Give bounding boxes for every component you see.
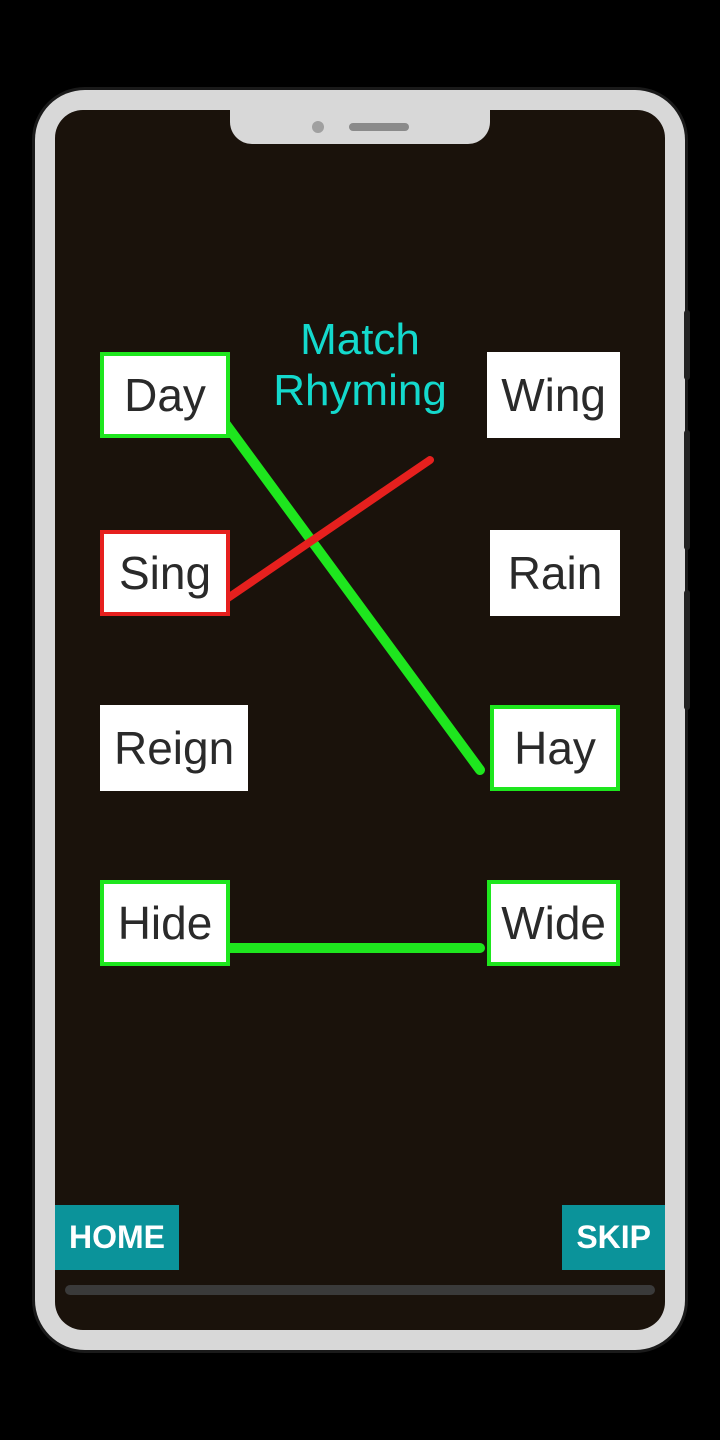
side-button [684, 430, 690, 550]
phone-frame: Match Rhyming Day Sing Reign Hide Wing R… [35, 90, 685, 1350]
word-box-right-0[interactable]: Wing [487, 352, 620, 438]
game-area: Match Rhyming Day Sing Reign Hide Wing R… [55, 110, 665, 1330]
camera-icon [312, 121, 324, 133]
word-box-left-0[interactable]: Day [100, 352, 230, 438]
word-box-left-3[interactable]: Hide [100, 880, 230, 966]
side-button [684, 310, 690, 380]
phone-screen: Match Rhyming Day Sing Reign Hide Wing R… [55, 110, 665, 1330]
skip-button[interactable]: SKIP [562, 1205, 665, 1270]
bottom-bar [65, 1285, 655, 1295]
word-box-right-3[interactable]: Wide [487, 880, 620, 966]
word-box-right-1[interactable]: Rain [490, 530, 620, 616]
phone-notch [230, 110, 490, 144]
word-box-left-1[interactable]: Sing [100, 530, 230, 616]
speaker-icon [349, 123, 409, 131]
side-button [684, 590, 690, 710]
home-button[interactable]: HOME [55, 1205, 179, 1270]
word-box-right-2[interactable]: Hay [490, 705, 620, 791]
game-title: Match Rhyming [273, 315, 447, 416]
word-box-left-2[interactable]: Reign [100, 705, 248, 791]
